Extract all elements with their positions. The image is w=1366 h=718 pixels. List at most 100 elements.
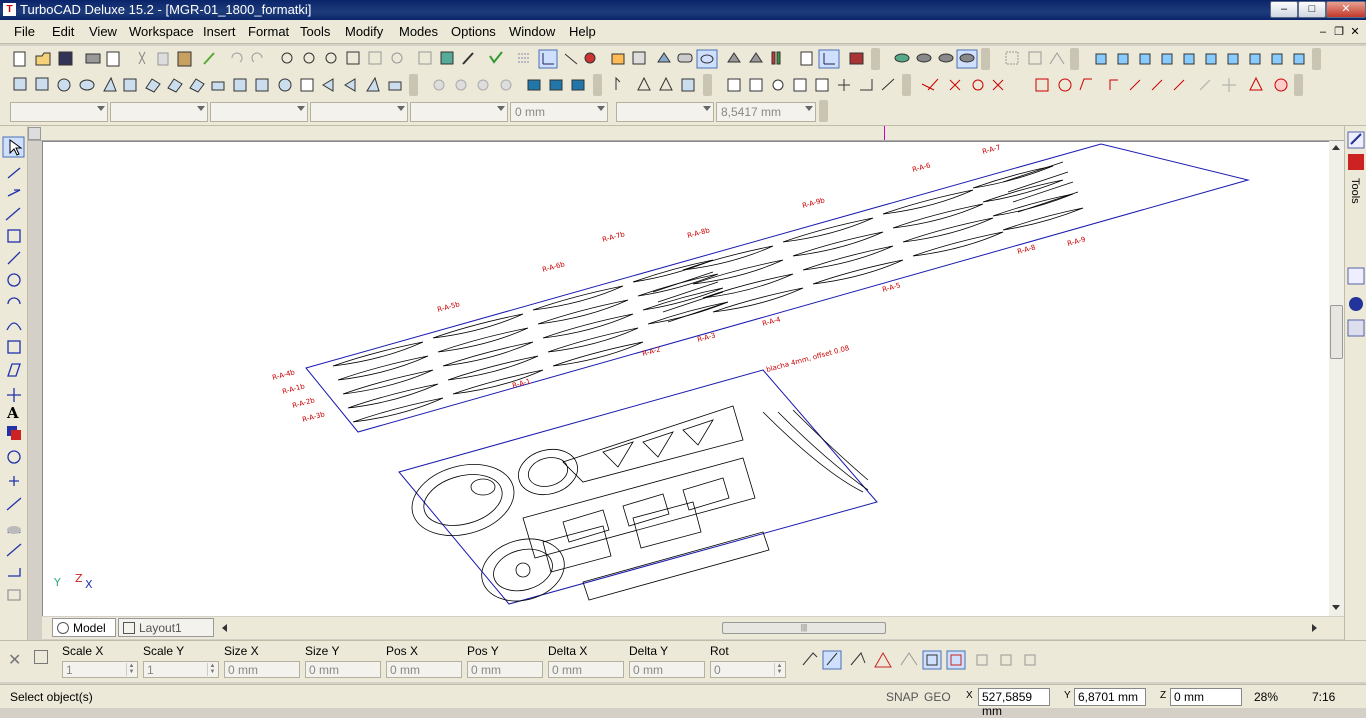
app-icon[interactable]: T <box>3 3 16 16</box>
axis-x-label: X <box>85 578 93 591</box>
scale-y-input[interactable]: 1 ▲ ▼ <box>143 661 219 678</box>
wing-ribs <box>332 161 1084 423</box>
tab-layout1[interactable]: Layout1 <box>118 618 214 637</box>
rot-input[interactable]: 0 ▲ ▼ <box>710 661 786 678</box>
close-icon[interactable]: ✕ <box>8 650 21 670</box>
horizontal-scrollbar[interactable]: ||| <box>222 621 1322 635</box>
menu-options[interactable]: Options <box>451 24 496 39</box>
drawing-tools-icons: A <box>2 136 25 601</box>
minimize-button[interactable]: – <box>1270 1 1298 18</box>
delta-x-value: 0 mm <box>552 663 582 677</box>
spinner-icon[interactable]: ▲ ▼ <box>207 663 217 676</box>
vertical-scroll-thumb[interactable] <box>1330 305 1343 359</box>
x-coordinate-icon: X <box>966 690 973 701</box>
axis-indicator: Y Z X <box>53 572 93 591</box>
label-ra8: R-A-8 <box>1016 243 1036 256</box>
menu-view[interactable]: View <box>89 24 117 39</box>
toolbar-options-button[interactable] <box>819 100 828 122</box>
label-ra3: R-A-3 <box>696 331 716 344</box>
x-coordinate-field[interactable]: 527,5859 mm <box>978 688 1050 718</box>
label-ra2: R-A-2 <box>641 345 661 358</box>
label-ra2b: R-A-2b <box>291 396 316 410</box>
size-y-field: Size Y 0 mm <box>305 644 385 678</box>
menu-edit[interactable]: Edit <box>52 24 74 39</box>
mdi-close-icon[interactable]: ✕ <box>1348 25 1362 39</box>
mdi-restore-icon[interactable]: ❐ <box>1332 25 1346 39</box>
scroll-right-icon[interactable] <box>1312 624 1317 632</box>
menu-tools[interactable]: Tools <box>300 24 330 39</box>
scroll-down-icon[interactable] <box>1332 605 1340 610</box>
size-x-input[interactable]: 0 mm <box>224 661 300 678</box>
menu-format[interactable]: Format <box>248 24 289 39</box>
snap-toggle[interactable]: SNAP <box>886 690 919 704</box>
pos-y-value: 0 mm <box>471 663 501 677</box>
drawing-canvas[interactable]: R-A-4b R-A-1b R-A-2b R-A-3b R-A-5b R-A-6… <box>42 141 1329 616</box>
z-coordinate-field[interactable]: 0 mm <box>1170 688 1242 706</box>
menu-workspace[interactable]: Workspace <box>129 24 194 39</box>
pos-x-input[interactable]: 0 mm <box>386 661 462 678</box>
menu-modify[interactable]: Modify <box>345 24 383 39</box>
delta-y-value: 0 mm <box>633 663 663 677</box>
scale-y-label: Scale Y <box>143 644 185 658</box>
axis-z-label: Z <box>75 572 83 585</box>
size-x-value: 0 mm <box>228 663 258 677</box>
tools-panel-tab[interactable]: Tools <box>1349 178 1361 204</box>
clock: 7:16 <box>1312 690 1336 704</box>
delta-y-input[interactable]: 0 mm <box>629 661 705 678</box>
horizontal-scroll-thumb[interactable]: ||| <box>722 622 886 634</box>
mdi-minimize-icon[interactable]: – <box>1316 25 1330 39</box>
scale-x-label: Scale X <box>62 644 104 658</box>
table-icon[interactable] <box>34 650 48 664</box>
delta-y-field: Delta Y 0 mm <box>629 644 709 678</box>
scroll-up-icon[interactable] <box>1332 145 1340 150</box>
size-y-input[interactable]: 0 mm <box>305 661 381 678</box>
line-width-combo[interactable] <box>310 102 408 122</box>
label-ra9b: R-A-9b <box>801 196 826 210</box>
cad-drawing[interactable]: R-A-4b R-A-1b R-A-2b R-A-3b R-A-5b R-A-6… <box>43 142 1330 617</box>
right-panel: Tools <box>1344 126 1366 640</box>
scale-x-value: 1 <box>66 663 73 677</box>
3d-drawing-toolbar-icons <box>13 74 1303 96</box>
delta-x-input[interactable]: 0 mm <box>548 661 624 678</box>
thickness-combo[interactable]: 0 mm <box>510 102 608 122</box>
y-coordinate-field[interactable]: 6,8701 mm <box>1074 688 1146 706</box>
thickness-combo-value: 0 mm <box>515 105 545 119</box>
brush-combo[interactable] <box>410 102 508 122</box>
pen-style-combo[interactable] <box>210 102 308 122</box>
scroll-left-icon[interactable] <box>222 624 227 632</box>
top-ruler <box>28 126 1344 141</box>
scale-x-input[interactable]: 1 ▲ ▼ <box>62 661 138 678</box>
menu-insert[interactable]: Insert <box>203 24 236 39</box>
color-combo[interactable] <box>110 102 208 122</box>
spinner-icon[interactable]: ▲ ▼ <box>126 663 136 676</box>
label-ra1: R-A-1 <box>511 377 531 390</box>
menu-help[interactable]: Help <box>569 24 596 39</box>
ruler-origin-icon[interactable] <box>28 127 41 140</box>
pos-x-label: Pos X <box>386 644 419 658</box>
pos-x-field: Pos X 0 mm <box>386 644 466 678</box>
scale-y-field: Scale Y 1 ▲ ▼ <box>143 644 223 678</box>
vertical-scrollbar[interactable] <box>1329 141 1344 616</box>
geo-toggle[interactable]: GEO <box>924 690 951 704</box>
tab-model[interactable]: Model <box>52 618 116 637</box>
spinner-icon[interactable]: ▲ ▼ <box>774 663 784 676</box>
delta-y-label: Delta Y <box>629 644 669 658</box>
pos-y-input[interactable]: 0 mm <box>467 661 543 678</box>
menu-bar: File Edit View Workspace Insert Format T… <box>0 20 1366 44</box>
sheet-outline-top <box>305 143 1250 433</box>
maximize-button[interactable]: □ <box>1298 1 1326 18</box>
menu-modes[interactable]: Modes <box>399 24 438 39</box>
palette-tool-icons <box>802 650 1036 670</box>
pattern-combo[interactable] <box>616 102 714 122</box>
chevron-down-icon <box>297 106 305 111</box>
title-bar: T TurboCAD Deluxe 15.2 - [MGR-01_1800_fo… <box>0 0 1366 20</box>
chevron-down-icon <box>703 106 711 111</box>
property-bar: 0 mm 8,5417 mm <box>0 98 1366 126</box>
menu-window[interactable]: Window <box>509 24 555 39</box>
scale-combo[interactable]: 8,5417 mm <box>716 102 816 122</box>
layer-combo[interactable] <box>10 102 108 122</box>
close-button[interactable]: ✕ <box>1326 1 1366 18</box>
label-ra6: R-A-6 <box>911 161 932 174</box>
menu-file[interactable]: File <box>14 24 35 39</box>
layout-tab-icon <box>123 622 135 634</box>
